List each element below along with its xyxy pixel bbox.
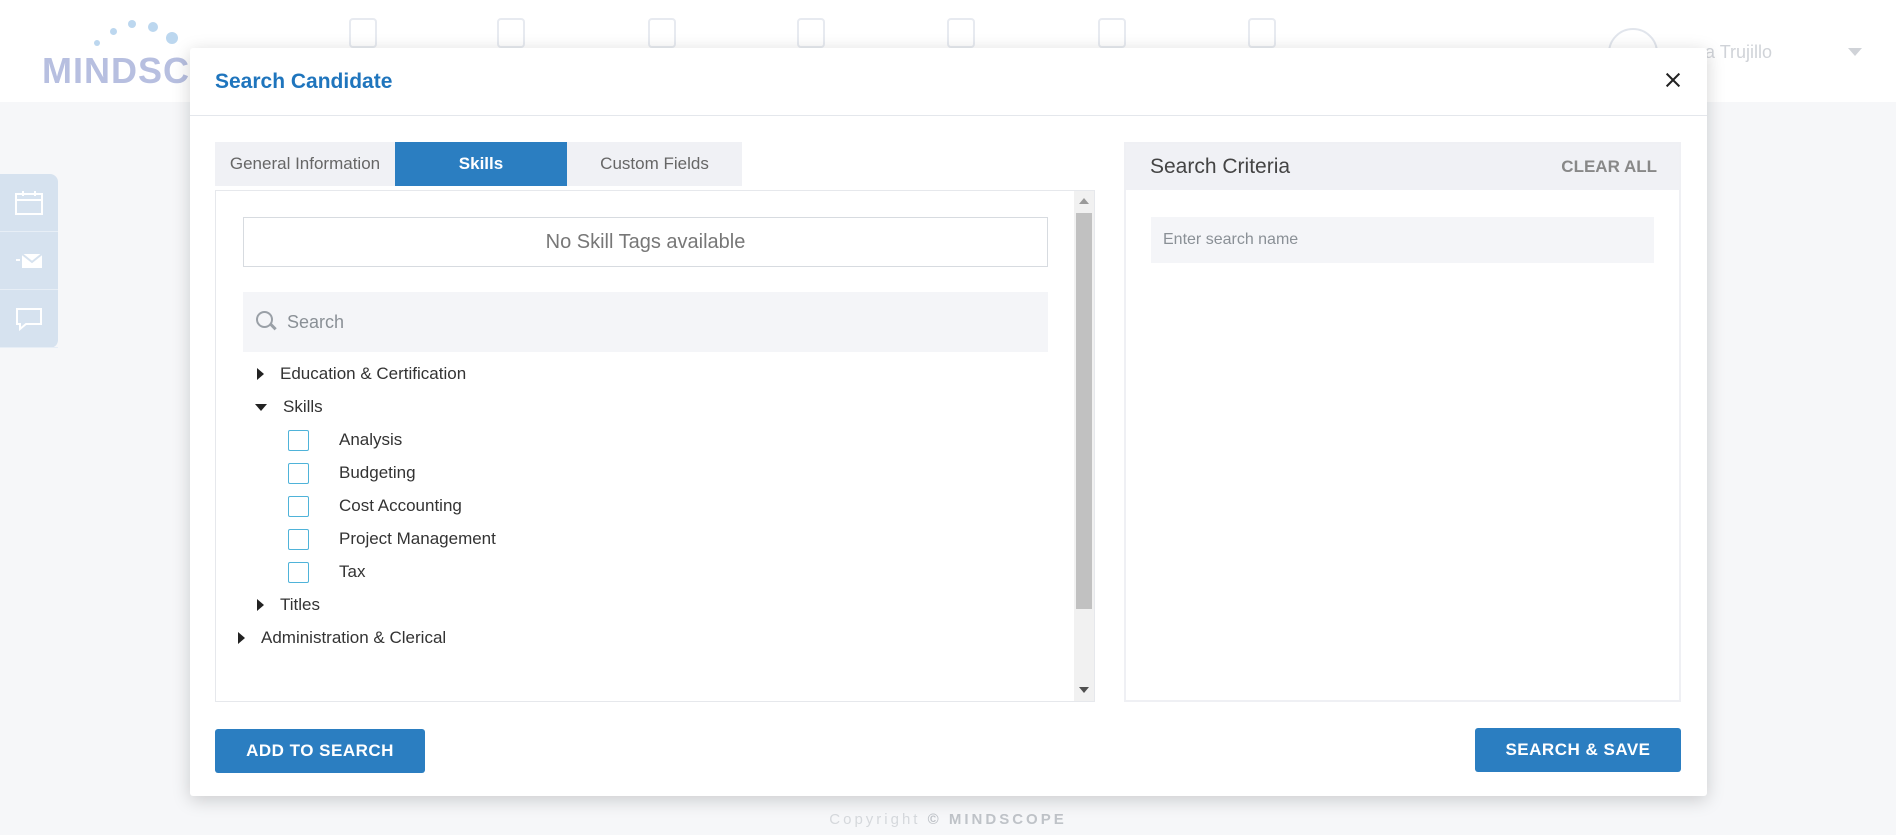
email-icon[interactable]: [0, 232, 58, 290]
tree-category-administration-clerical[interactable]: Administration & Clerical: [238, 623, 446, 653]
tree-item-project-management[interactable]: Project Management: [288, 524, 496, 554]
search-icon: [255, 310, 279, 334]
tab-bar: General Information Skills Custom Fields: [215, 142, 742, 186]
checkbox[interactable]: [288, 462, 309, 484]
tree-item-analysis[interactable]: Analysis: [288, 425, 402, 455]
checkbox[interactable]: [288, 528, 309, 550]
sms-icon[interactable]: [0, 290, 58, 348]
checkbox[interactable]: [288, 495, 309, 517]
tab-custom-fields[interactable]: Custom Fields: [567, 142, 742, 186]
close-icon[interactable]: [1661, 68, 1685, 92]
search-criteria-header: Search Criteria CLEAR ALL: [1126, 144, 1679, 190]
caret-right-icon: [257, 599, 264, 611]
scroll-thumb[interactable]: [1076, 213, 1092, 609]
tab-skills[interactable]: Skills: [395, 142, 567, 186]
search-name-input[interactable]: [1151, 217, 1654, 263]
search-criteria-panel: Search Criteria CLEAR ALL: [1124, 142, 1681, 702]
tree-label: Skills: [283, 397, 323, 416]
add-to-search-button[interactable]: ADD TO SEARCH: [215, 729, 425, 773]
tree-label: Titles: [280, 595, 320, 614]
skills-panel: No Skill Tags available Education & Cert…: [215, 190, 1095, 702]
tree-label: Budgeting: [339, 463, 416, 482]
nav-users-icon[interactable]: [1098, 18, 1126, 48]
tree-label: Education & Certification: [280, 364, 467, 383]
caret-right-icon: [257, 368, 264, 380]
checkbox[interactable]: [288, 429, 309, 451]
copyright: Copyright © MINDSCOPE: [0, 811, 1896, 828]
nav-candidates-icon[interactable]: [497, 18, 525, 48]
nav-companies-icon[interactable]: [797, 18, 825, 48]
tree-label: Administration & Clerical: [261, 628, 447, 647]
caret-down-icon: [255, 403, 267, 411]
nav-settings-icon[interactable]: [1248, 18, 1276, 48]
side-tabs: [0, 174, 58, 348]
tree-item-cost-accounting[interactable]: Cost Accounting: [288, 491, 462, 521]
modal-header: Search Candidate: [190, 48, 1707, 116]
tree-item-tax[interactable]: Tax: [288, 557, 365, 587]
copyright-prefix: Copyright: [829, 811, 928, 828]
tab-general-information[interactable]: General Information: [215, 142, 395, 186]
user-menu-chevron-icon[interactable]: [1848, 48, 1862, 56]
search-and-save-button[interactable]: SEARCH & SAVE: [1475, 728, 1681, 772]
nav-calendar-icon[interactable]: [947, 18, 975, 48]
tree-item-budgeting[interactable]: Budgeting: [288, 458, 416, 488]
no-skill-tags-message: No Skill Tags available: [243, 217, 1048, 267]
skills-search-box: [243, 292, 1048, 352]
tree-label: Analysis: [339, 430, 403, 449]
calendar-icon[interactable]: [0, 174, 58, 232]
modal-title: Search Candidate: [215, 69, 393, 93]
skills-search-input[interactable]: [287, 311, 987, 333]
search-criteria-title: Search Criteria: [1150, 155, 1291, 178]
search-candidate-modal: Search Candidate General Information Ski…: [190, 48, 1707, 796]
scroll-up-arrow-icon[interactable]: [1079, 198, 1089, 204]
checkbox[interactable]: [288, 561, 309, 583]
copyright-brand: © MINDSCOPE: [927, 811, 1067, 828]
scrollbar[interactable]: [1074, 191, 1094, 701]
tree-label: Project Management: [339, 529, 496, 548]
nav-contacts-icon[interactable]: [648, 18, 676, 48]
tree-group-education-certification[interactable]: Education & Certification: [257, 359, 466, 389]
nav-jobs-icon[interactable]: [349, 18, 377, 48]
tree-group-titles[interactable]: Titles: [257, 590, 320, 620]
scroll-down-arrow-icon[interactable]: [1079, 687, 1089, 693]
tree-group-skills[interactable]: Skills: [255, 392, 323, 422]
caret-right-icon: [238, 632, 245, 644]
clear-all-button[interactable]: CLEAR ALL: [1561, 157, 1657, 177]
tree-label: Tax: [339, 562, 366, 581]
tree-label: Cost Accounting: [339, 496, 462, 515]
